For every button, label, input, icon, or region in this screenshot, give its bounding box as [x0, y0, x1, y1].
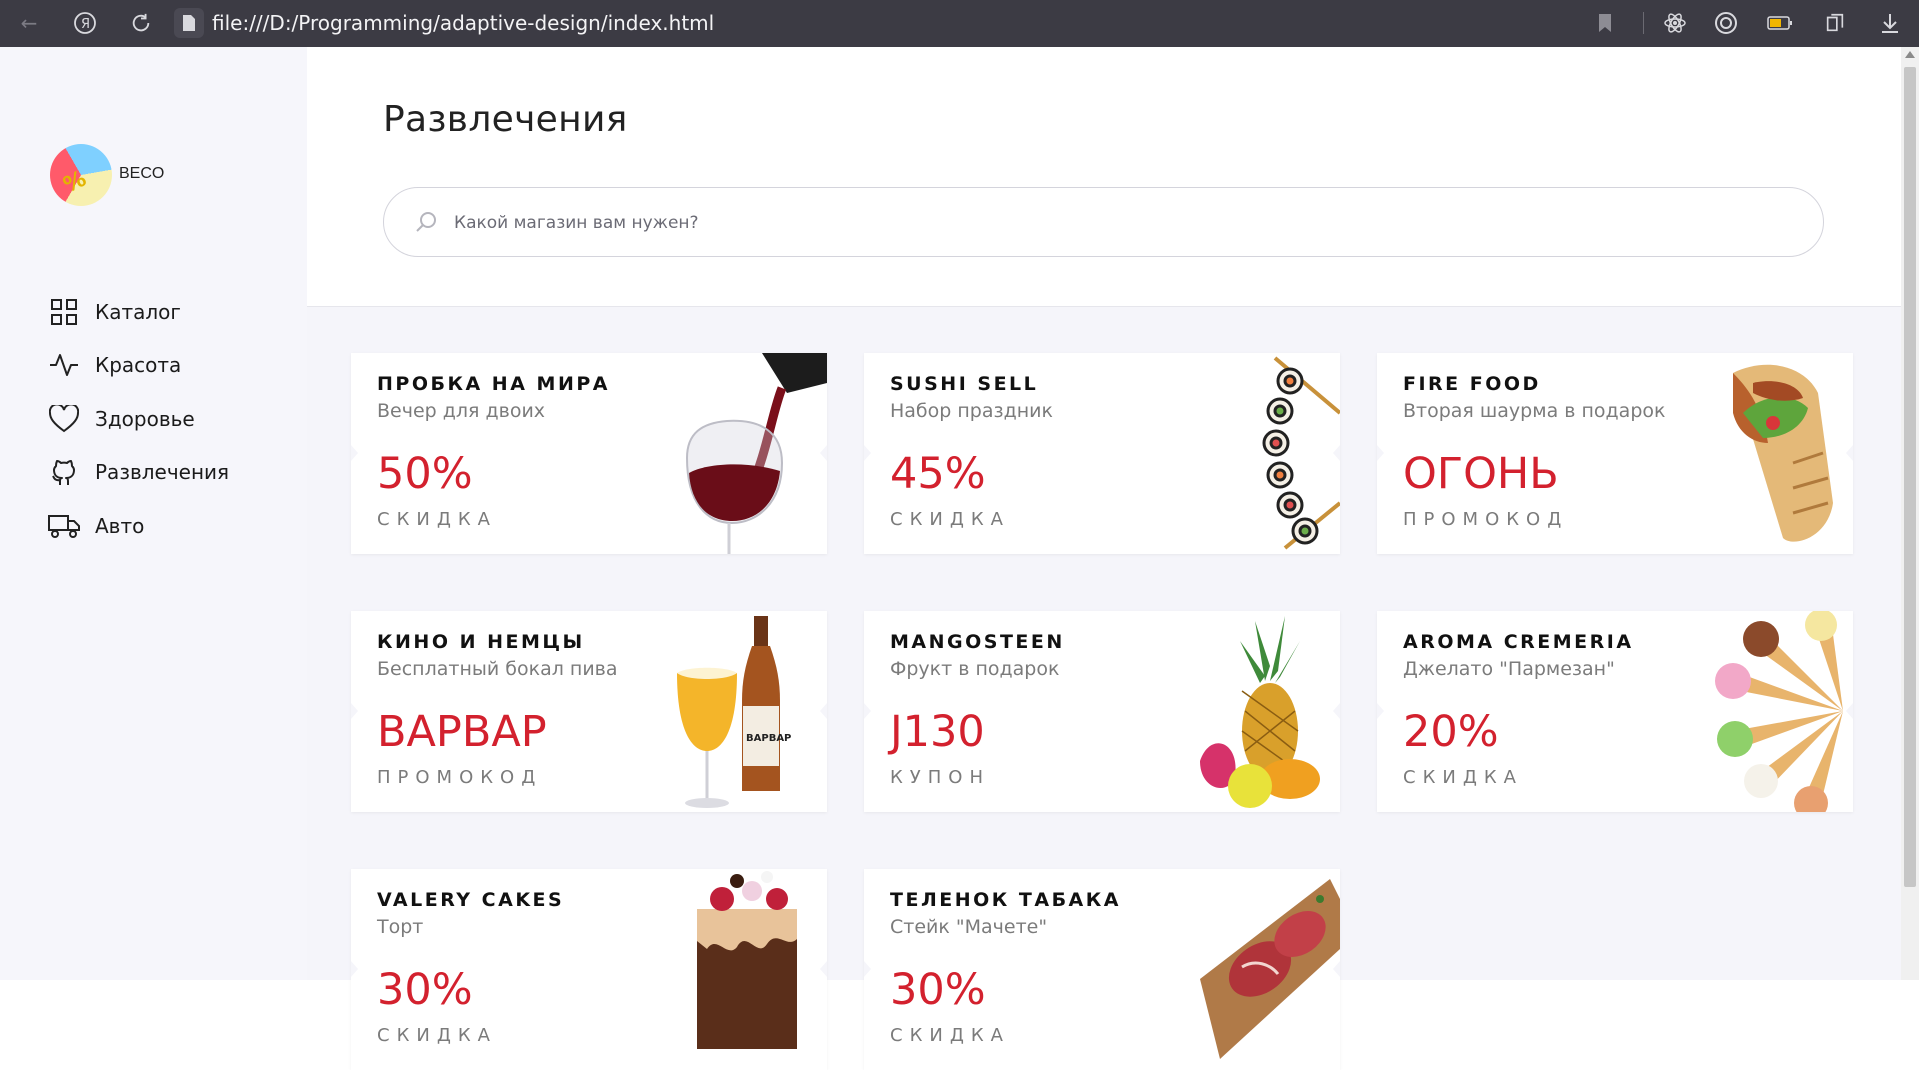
toolbar-divider — [1643, 12, 1644, 34]
card-title: FIRE FOOD — [1403, 373, 1541, 395]
card-value: 20% — [1403, 707, 1499, 757]
card-value: ОГОНЬ — [1403, 449, 1559, 499]
github-icon — [48, 456, 80, 488]
card-subtitle: Вечер для двоих — [377, 400, 546, 422]
card-value: 50% — [377, 449, 473, 499]
offer-card[interactable]: ПРОБКА НА МИРА Вечер для двоих 50% СКИДК… — [351, 353, 827, 554]
sidebar-item-label: Каталог — [95, 299, 181, 324]
activity-icon — [48, 349, 80, 381]
sidebar-nav: Каталог Красота Здоровье Развлечения Авт… — [48, 285, 229, 553]
truck-icon — [48, 510, 80, 542]
offer-card[interactable]: ТЕЛЕНОК ТАБАКА Стейк "Мачете" 30% СКИДКА — [864, 869, 1340, 1070]
svg-text:Я: Я — [81, 17, 90, 32]
card-type: ПРОМОКОД — [1403, 509, 1569, 530]
heart-icon — [48, 403, 80, 435]
search-input[interactable] — [452, 188, 1756, 258]
card-type: СКИДКА — [890, 509, 1010, 530]
react-devtools-icon[interactable] — [1660, 8, 1690, 38]
card-title: VALERY CAKES — [377, 889, 565, 911]
steak-image — [1180, 869, 1340, 1070]
card-type: СКИДКА — [377, 509, 497, 530]
card-type: СКИДКА — [890, 1025, 1010, 1046]
collections-icon[interactable] — [1820, 8, 1850, 38]
reload-icon[interactable] — [126, 8, 156, 38]
sidebar-item-label: Здоровье — [95, 406, 195, 431]
offer-card[interactable]: VALERY CAKES Торт 30% СКИДКА — [351, 869, 827, 1070]
brand-logo[interactable]: % — [50, 144, 112, 206]
card-title: ПРОБКА НА МИРА — [377, 373, 610, 395]
card-subtitle: Набор праздник — [890, 400, 1053, 422]
card-subtitle: Джелато "Пармезан" — [1403, 658, 1615, 680]
sushi-rolls-image — [1180, 353, 1340, 554]
card-value: ВАРВАР — [377, 707, 547, 757]
card-subtitle: Торт — [377, 916, 424, 938]
percent-icon: % — [59, 166, 91, 199]
main-content: Развлечения ПРОБКА НА МИРА Вечер для дво… — [307, 47, 1901, 1070]
sidebar-item-label: Развлечения — [95, 460, 230, 485]
card-type: ПРОМОКОД — [377, 767, 543, 788]
shawarma-image — [1693, 353, 1853, 554]
card-type: СКИДКА — [1403, 767, 1523, 788]
bookmark-icon[interactable] — [1590, 8, 1620, 38]
grid-icon — [48, 296, 80, 328]
browser-toolbar: ← Я file:///D:/Programming/adaptive-desi… — [0, 0, 1919, 47]
yandex-logo-icon[interactable]: Я — [70, 8, 100, 38]
wine-glass-image — [667, 353, 827, 554]
target-extension-icon[interactable] — [1711, 8, 1741, 38]
cake-image — [667, 869, 827, 1070]
page-title: Развлечения — [383, 99, 628, 140]
brand-name[interactable]: BECO — [119, 165, 164, 183]
sidebar-item-health[interactable]: Здоровье — [48, 392, 229, 446]
sidebar-item-beauty[interactable]: Красота — [48, 339, 229, 393]
battery-icon[interactable] — [1765, 8, 1795, 38]
ice-cream-cones-image — [1693, 611, 1853, 812]
card-title: MANGOSTEEN — [890, 631, 1065, 653]
card-subtitle: Бесплатный бокал пива — [377, 658, 618, 680]
sidebar-item-label: Авто — [95, 513, 145, 538]
card-subtitle: Стейк "Мачете" — [890, 916, 1048, 938]
offer-card[interactable]: FIRE FOOD Вторая шаурма в подарок ОГОНЬ … — [1377, 353, 1853, 554]
scroll-up-icon[interactable] — [1905, 51, 1915, 58]
sidebar-item-label: Красота — [95, 353, 182, 378]
card-value: 45% — [890, 449, 986, 499]
search-box[interactable] — [383, 187, 1824, 258]
card-title: AROMA CREMERIA — [1403, 631, 1634, 653]
file-icon — [174, 8, 204, 38]
sidebar-item-catalog[interactable]: Каталог — [48, 285, 229, 339]
card-title: КИНО И НЕМЦЫ — [377, 631, 585, 653]
card-value: 30% — [377, 965, 473, 1015]
card-subtitle: Вторая шаурма в подарок — [1403, 400, 1666, 422]
sidebar-item-entertainment[interactable]: Развлечения — [48, 446, 229, 500]
scrollbar-thumb[interactable] — [1904, 67, 1916, 887]
card-value: 30% — [890, 965, 986, 1015]
card-title: SUSHI SELL — [890, 373, 1039, 395]
offer-card[interactable]: КИНО И НЕМЦЫ Бесплатный бокал пива ВАРВА… — [351, 611, 827, 812]
address-bar-url[interactable]: file:///D:/Programming/adaptive-design/i… — [212, 10, 714, 36]
card-type: КУПОН — [890, 767, 990, 788]
beer-image: ВАРВАР — [667, 611, 827, 812]
offer-card[interactable]: MANGOSTEEN Фрукт в подарок J130 КУПОН — [864, 611, 1340, 812]
svg-text:ВАРВАР: ВАРВАР — [746, 733, 791, 744]
fruits-image — [1180, 611, 1340, 812]
card-subtitle: Фрукт в подарок — [890, 658, 1060, 680]
offer-card[interactable]: AROMA CREMERIA Джелато "Пармезан" 20% СК… — [1377, 611, 1853, 812]
card-type: СКИДКА — [377, 1025, 497, 1046]
page-scrollbar[interactable] — [1901, 47, 1919, 980]
sidebar: % BECO Каталог Красота Здоровье Развлече… — [0, 47, 307, 980]
download-icon[interactable] — [1875, 8, 1905, 38]
card-title: ТЕЛЕНОК ТАБАКА — [890, 889, 1121, 911]
back-icon[interactable]: ← — [14, 8, 44, 38]
sidebar-item-auto[interactable]: Авто — [48, 499, 229, 553]
search-icon — [414, 210, 438, 234]
page-header: Развлечения — [307, 47, 1901, 307]
card-value: J130 — [890, 707, 985, 757]
offer-card[interactable]: SUSHI SELL Набор праздник 45% СКИДКА — [864, 353, 1340, 554]
